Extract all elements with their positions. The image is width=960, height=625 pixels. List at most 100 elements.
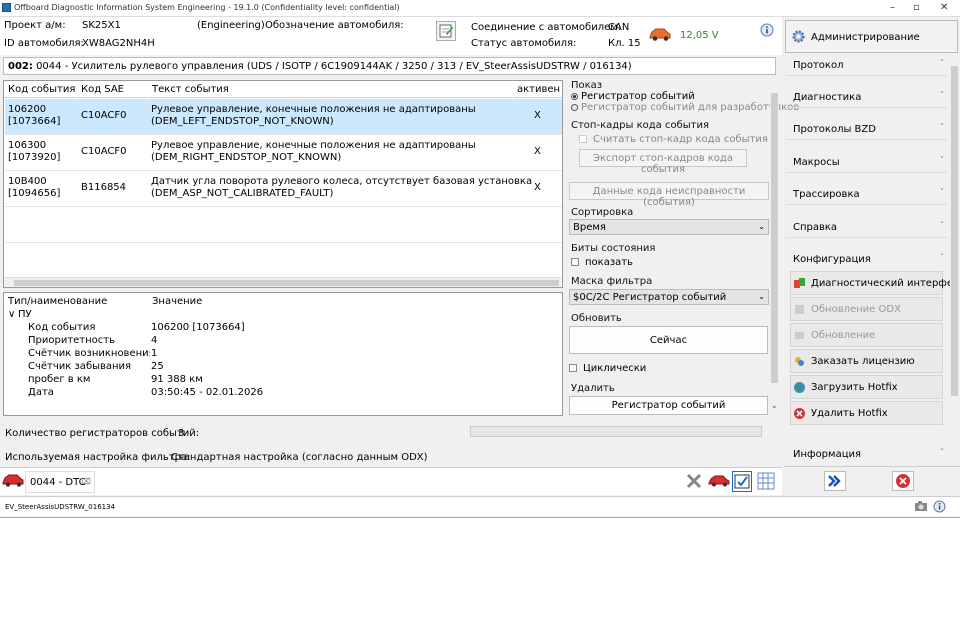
sidebar-item-protocol[interactable]: Протокол ˇ (786, 56, 948, 76)
event-memory-radio[interactable]: Регистратор событий (571, 91, 695, 102)
checklist-icon[interactable] (732, 471, 752, 492)
tab-close-icon[interactable]: ⌧ (82, 477, 91, 486)
export-freeze-frames-button[interactable]: Экспорт стоп-кадров кода события (579, 149, 747, 175)
sidebar-item-tracing[interactable]: Трассировка ˇ (786, 185, 948, 205)
vehicle-designation-label: Обозначение автомобиля: (265, 20, 404, 31)
grid-view-icon[interactable] (757, 472, 775, 493)
chevron-down-icon: ˇ (940, 123, 944, 132)
administration-button[interactable]: Администрирование (785, 20, 958, 53)
dev-event-memory-radio[interactable]: Регистратор событий для разработчиков (571, 102, 799, 113)
table-horizontal-scrollbar[interactable] (4, 277, 561, 287)
detail-row[interactable]: Счётчик забывания 25 (4, 361, 562, 374)
event-text: Рулевое управление, конечные положения н… (151, 140, 476, 151)
detail-row[interactable]: Счётчик возникновения ош1 (4, 348, 562, 361)
scroll-thumb[interactable] (771, 93, 778, 383)
sidebar-item-bzd-protocols[interactable]: Протоколы BZD ˇ (786, 120, 948, 140)
tab-label: 0044 - DTC (30, 477, 86, 488)
detail-name: Код события (28, 322, 96, 333)
table-row-empty (5, 207, 562, 243)
sidebar-item-configuration[interactable]: Конфигурация ˆ (786, 250, 948, 270)
scroll-down-icon[interactable]: ⌄ (771, 401, 778, 410)
options-scrollbar[interactable]: ⌄ (770, 83, 779, 413)
detail-name: Приоритетность (28, 335, 116, 346)
scroll-thumb[interactable] (14, 280, 559, 286)
sidebar-scrollbar[interactable] (950, 56, 959, 464)
col-header-sae-code[interactable]: Код SAE (77, 81, 147, 98)
event-code: 10B400 (8, 176, 47, 187)
show-section-label: Показ (571, 80, 603, 91)
order-license-button[interactable]: Заказать лицензию (790, 349, 943, 373)
project-label: Проект а/м: (4, 20, 66, 31)
detail-name: Счётчик забывания (28, 361, 132, 372)
filter-setting-label: Используемая настройка фильтра: (5, 452, 191, 463)
refresh-now-button[interactable]: Сейчас (569, 326, 768, 354)
info-icon[interactable] (760, 23, 774, 40)
vin-label: ID автомобиля: (4, 38, 84, 49)
load-hotfix-button[interactable]: Загрузить Hotfix (790, 375, 943, 399)
detail-value: 91 388 км (151, 374, 203, 385)
event-count-value: 3 (178, 428, 185, 439)
detail-row[interactable]: пробег в км 91 388 км (4, 374, 562, 387)
event-count-label: Количество регистраторов событий: (5, 428, 200, 439)
delete-event-memory-button[interactable]: Регистратор событий (569, 396, 768, 415)
event-options-panel: Показ Регистратор событий Регистратор со… (565, 80, 799, 415)
minimize-icon[interactable]: – (890, 2, 895, 13)
globe-icon (793, 381, 806, 394)
sort-label: Сортировка (571, 207, 634, 218)
tree-group[interactable]: ∨ ПУ (4, 309, 562, 322)
col-header-active[interactable]: активен (513, 81, 562, 98)
col-header-event-text[interactable]: Текст события (148, 81, 512, 98)
filter-mask-select[interactable]: $0C/2C Регистратор событий ⌄ (569, 289, 769, 305)
restore-icon[interactable]: ▫ (913, 2, 920, 13)
sae-code: B116854 (81, 182, 127, 193)
progress-bar (470, 426, 762, 437)
delete-label: Удалить (571, 383, 615, 394)
vehicle-status-label: Статус автомобиля: (471, 38, 577, 49)
edit-note-icon[interactable] (436, 21, 456, 41)
tab-dtc[interactable]: 0044 - DTC ⌧ (25, 471, 95, 493)
exit-button[interactable] (892, 471, 914, 491)
update-button[interactable]: Обновление (790, 323, 943, 347)
close-icon[interactable]: ✕ (940, 2, 948, 13)
detail-value: 1 (151, 348, 158, 359)
checkbox-icon (571, 258, 579, 266)
camera-icon[interactable] (914, 500, 928, 515)
vehicle-icon[interactable] (708, 474, 730, 491)
sidebar-item-information[interactable]: Информация ˇ (786, 445, 948, 465)
connection-label: Соединение с автомобилем: (471, 22, 622, 33)
session-tab-bar: 0044 - DTC ⌧ (0, 467, 782, 495)
status-bar: EV_SteerAssisUDSTRW_016134 (0, 496, 960, 516)
col-header-event-code[interactable]: Код события (4, 81, 76, 98)
scroll-thumb[interactable] (951, 66, 958, 396)
expand-chevron-icon[interactable]: ∨ (8, 309, 15, 321)
sidebar-item-help[interactable]: Справка ˇ (786, 218, 948, 238)
ecu-description: 0044 - Усилитель рулевого управления (UD… (36, 61, 632, 72)
show-status-bits-checkbox[interactable]: показать (571, 257, 633, 268)
table-row[interactable]: 106300 [1073920] C10ACF0 Рулевое управле… (5, 135, 562, 171)
sidebar-item-diagnostics[interactable]: Диагностика ˇ (786, 88, 948, 108)
read-freeze-frame-checkbox[interactable]: Считать стоп-кадр кода события (579, 134, 768, 145)
table-row[interactable]: 106200 [1073664] C10ACF0 Рулевое управле… (5, 99, 562, 135)
event-symbol: (DEM_LEFT_ENDSTOP_NOT_KNOWN) (151, 116, 334, 127)
diagnostic-interface-button[interactable]: Диагностический интерфейс (790, 271, 960, 295)
status-info-icon[interactable] (933, 500, 946, 516)
detail-row[interactable]: Приоритетность 4 (4, 335, 562, 348)
disconnect-tools-icon[interactable] (685, 472, 703, 493)
event-symbol: (DEM_ASP_NOT_CALIBRATED_FAULT) (151, 188, 334, 199)
forward-button[interactable] (824, 471, 846, 491)
odx-update-button[interactable]: Обновление ODX (790, 297, 943, 321)
detail-row[interactable]: Код события 106200 [1073664] (4, 322, 562, 335)
freeze-frame-section-label: Стоп-кадры кода события (571, 120, 709, 131)
chevron-down-icon: ˇ (940, 156, 944, 165)
event-code-dec: [1073664] (8, 116, 61, 127)
detail-row[interactable]: Дата 03:50:45 - 02.01.2026 (4, 387, 562, 400)
remove-hotfix-button[interactable]: Удалить Hotfix (790, 401, 943, 425)
sidebar-item-macros[interactable]: Макросы ˇ (786, 153, 948, 173)
table-row[interactable]: 10B400 [1094656] B116854 Датчик угла пов… (5, 171, 562, 207)
ecu-info-line: 002: 0044 - Усилитель рулевого управлени… (3, 57, 776, 75)
fault-data-button[interactable]: Данные кода неисправности (события) (569, 182, 769, 208)
admin-gear-icon (792, 30, 805, 43)
vehicle-tab-icon[interactable] (2, 472, 24, 491)
cyclic-checkbox[interactable]: Циклически (569, 363, 646, 374)
sort-select[interactable]: Время ⌄ (569, 219, 769, 235)
